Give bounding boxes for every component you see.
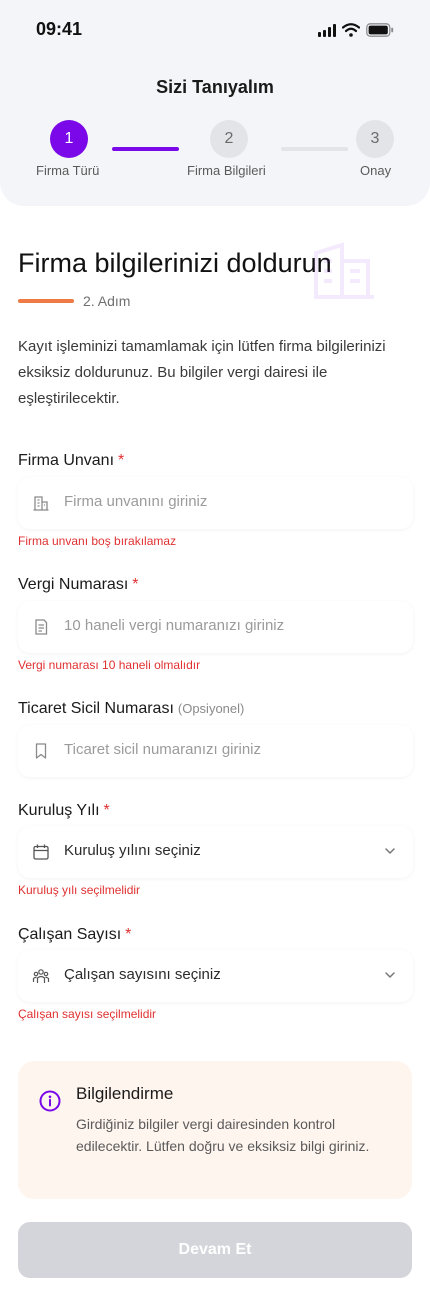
tax-number-label-text: Vergi Numarası	[18, 576, 129, 593]
company-name-label: Firma Unvanı *	[18, 452, 124, 470]
company-name-placeholder: Firma unvanını giriniz	[64, 493, 208, 510]
building-icon	[33, 496, 49, 511]
stepper-line-2	[281, 147, 348, 151]
step-accent-bar	[18, 299, 74, 303]
calendar-icon	[33, 844, 49, 860]
required-mark: *	[132, 576, 139, 593]
required-mark: *	[118, 452, 125, 469]
status-icons	[318, 21, 394, 37]
people-icon	[32, 969, 50, 983]
step-1-label: Firma Türü	[36, 163, 100, 178]
trade-registry-input[interactable]: Ticaret sicil numaranızı giriniz	[18, 725, 413, 777]
trade-registry-label-text: Ticaret Sicil Numarası	[18, 700, 174, 717]
tax-number-placeholder: 10 haneli vergi numaranızı giriniz	[64, 617, 285, 634]
trade-registry-label: Ticaret Sicil Numarası (Opsiyonel)	[18, 700, 244, 718]
info-title: Bilgilendirme	[76, 1084, 174, 1103]
step-1-circle: 1	[50, 120, 88, 158]
continue-button[interactable]: Devam Et	[18, 1222, 412, 1278]
required-mark: *	[103, 802, 110, 819]
battery-icon	[366, 23, 394, 37]
employee-count-error: Çalışan sayısı seçilmelidir	[18, 1007, 157, 1021]
tax-number-input[interactable]: 10 haneli vergi numaranızı giriniz	[18, 601, 413, 653]
step-3-circle: 3	[356, 120, 394, 158]
status-time: 09:41	[36, 19, 83, 39]
tax-number-label: Vergi Numarası *	[18, 576, 139, 594]
employee-count-select[interactable]: Çalışan sayısını seçiniz	[18, 950, 413, 1002]
step-2-circle: 2	[210, 120, 248, 158]
founding-year-error: Kuruluş yılı seçilmelidir	[18, 883, 141, 897]
company-name-label-text: Firma Unvanı	[18, 452, 115, 469]
page-title: Sizi Tanıyalım	[156, 77, 274, 97]
company-name-input[interactable]: Firma unvanını giriniz	[18, 477, 413, 529]
building-watermark-icon	[314, 242, 374, 299]
step-indicator-text: 2. Adım	[83, 293, 131, 309]
step-3-label: Onay	[360, 163, 392, 178]
stepper-line-1	[112, 147, 179, 151]
tax-number-error: Vergi numarası 10 haneli olmalıdır	[18, 658, 201, 672]
info-box: Bilgilendirme Girdiğiniz bilgiler vergi …	[18, 1061, 412, 1199]
chevron-down-icon	[385, 972, 395, 978]
chevron-down-icon	[385, 848, 395, 854]
intro-text: Kayıt işleminizi tamamlamak için lütfen …	[18, 338, 386, 407]
founding-year-label: Kuruluş Yılı *	[18, 802, 110, 820]
founding-year-label-text: Kuruluş Yılı	[18, 802, 100, 819]
trade-registry-placeholder: Ticaret sicil numaranızı giriniz	[64, 741, 261, 758]
signal-icon	[318, 24, 336, 37]
required-mark: *	[125, 926, 132, 943]
step-2-label: Firma Bilgileri	[187, 163, 266, 178]
document-icon	[35, 619, 48, 635]
info-text: Girdiğiniz bilgiler vergi dairesinden ko…	[76, 1116, 370, 1154]
founding-year-select[interactable]: Kuruluş yılını seçiniz	[18, 826, 413, 878]
employee-count-label: Çalışan Sayısı *	[18, 926, 131, 944]
bookmark-icon	[35, 743, 47, 759]
employee-count-label-text: Çalışan Sayısı	[18, 926, 122, 943]
section-heading: Firma bilgilerinizi doldurun	[18, 248, 332, 278]
wifi-icon	[342, 23, 360, 37]
founding-year-value: Kuruluş yılını seçiniz	[64, 842, 201, 859]
status-bar: 09:41	[0, 0, 430, 60]
employee-count-value: Çalışan sayısını seçiniz	[64, 966, 221, 983]
info-icon	[39, 1090, 61, 1112]
company-name-error: Firma unvanı boş bırakılamaz	[18, 534, 177, 548]
optional-mark: (Opsiyonel)	[177, 701, 245, 716]
